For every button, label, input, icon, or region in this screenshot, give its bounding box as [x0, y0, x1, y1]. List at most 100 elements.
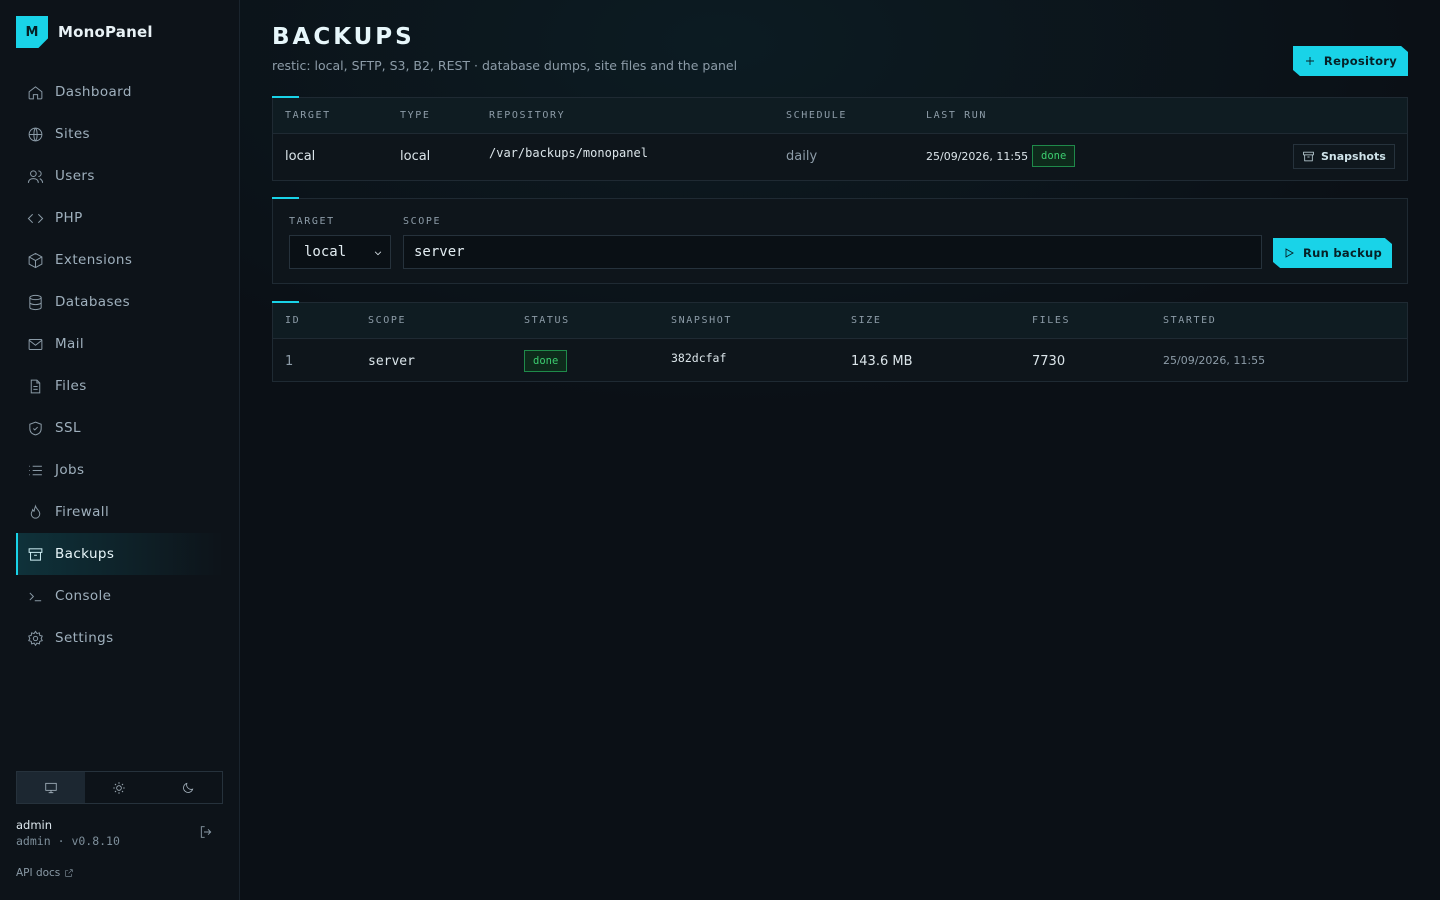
status-badge: done	[524, 350, 568, 372]
status-badge: done	[1032, 145, 1076, 167]
sidebar-item-firewall[interactable]: Firewall	[16, 491, 224, 533]
sidebar-item-databases[interactable]: Databases	[16, 281, 224, 323]
add-repository-button[interactable]: Repository	[1293, 46, 1408, 76]
sidebar-item-label: PHP	[55, 210, 83, 226]
table-row: 1 server done 382dcfaf 143.6 MB 7730 25/…	[273, 339, 1407, 381]
theme-dark-button[interactable]	[154, 772, 222, 803]
backup-size: 143.6 MB	[851, 354, 913, 369]
brand[interactable]: M MonoPanel	[16, 16, 153, 48]
sidebar: M MonoPanel Dashboard Sites Users PHP Ex…	[0, 0, 240, 900]
plus-icon	[1305, 57, 1314, 65]
shield-icon	[29, 421, 42, 435]
api-docs-label: API docs	[16, 867, 61, 879]
logout-button[interactable]	[198, 824, 214, 840]
external-link-icon	[65, 869, 73, 877]
sidebar-item-label: Files	[55, 378, 87, 394]
sun-icon	[113, 781, 126, 794]
theme-system-button[interactable]	[17, 772, 86, 803]
column-header: STATUS	[524, 315, 570, 326]
repo-last-run: 25/09/2026, 11:55 ·	[926, 150, 1036, 163]
archive-icon	[28, 547, 43, 561]
sidebar-item-dashboard[interactable]: Dashboard	[16, 71, 224, 113]
repo-path: /var/backups/monopanel	[489, 146, 648, 160]
repo-schedule: daily	[786, 149, 818, 164]
backup-started: 25/09/2026, 11:55	[1163, 354, 1266, 367]
moon-icon	[182, 782, 194, 793]
sidebar-item-ssl[interactable]: SSL	[16, 407, 224, 449]
target-select-value: local	[304, 244, 347, 260]
backup-history-table: ID SCOPE STATUS SNAPSHOT SIZE FILES STAR…	[272, 301, 1408, 382]
sidebar-item-label: Sites	[55, 126, 90, 142]
sidebar-item-label: Extensions	[55, 252, 133, 268]
column-header: SNAPSHOT	[671, 315, 732, 326]
repo-target: local	[285, 149, 316, 164]
sidebar-item-jobs[interactable]: Jobs	[16, 449, 224, 491]
sidebar-item-label: Users	[55, 168, 95, 184]
user-info: admin admin · v0.8.10	[16, 818, 224, 848]
sidebar-item-label: Jobs	[55, 462, 85, 478]
table-header: TARGET TYPE REPOSITORY SCHEDULE LAST RUN	[273, 98, 1407, 134]
scope-label: SCOPE	[403, 216, 442, 227]
backup-scope: server	[368, 354, 415, 369]
sidebar-item-label: SSL	[55, 420, 81, 436]
theme-light-button[interactable]	[85, 772, 153, 803]
sidebar-item-label: Firewall	[55, 504, 110, 520]
column-header: STARTED	[1163, 315, 1217, 326]
sidebar-item-files[interactable]: Files	[16, 365, 224, 407]
terminal-icon	[29, 592, 42, 601]
list-icon	[29, 465, 42, 475]
sidebar-item-label: Dashboard	[55, 84, 132, 100]
users-icon	[27, 169, 44, 183]
sidebar-item-label: Console	[55, 588, 112, 604]
sidebar-item-backups[interactable]: Backups	[16, 533, 224, 575]
repo-type: local	[400, 149, 431, 164]
brand-name: MonoPanel	[58, 23, 153, 41]
run-backup-form: TARGET local SCOPE Run backup	[272, 197, 1408, 284]
scope-input[interactable]	[403, 235, 1262, 269]
backup-snapshot: 382dcfaf	[671, 351, 727, 365]
sidebar-item-mail[interactable]: Mail	[16, 323, 224, 365]
column-header: SCOPE	[368, 315, 407, 326]
target-label: TARGET	[289, 216, 335, 227]
gear-icon	[28, 630, 43, 646]
sidebar-item-extensions[interactable]: Extensions	[16, 239, 224, 281]
target-select[interactable]: local	[289, 235, 391, 269]
user-meta-separator: ·	[57, 834, 65, 848]
app-version: v0.8.10	[71, 834, 120, 848]
sidebar-item-settings[interactable]: Settings	[16, 617, 224, 659]
theme-switcher	[16, 771, 223, 804]
add-repository-label: Repository	[1323, 54, 1398, 68]
run-backup-label: Run backup	[1302, 246, 1383, 260]
main-content: BACKUPS restic: local, SFTP, S3, B2, RES…	[240, 0, 1440, 900]
backup-id: 1	[285, 354, 294, 369]
repositories-table: TARGET TYPE REPOSITORY SCHEDULE LAST RUN…	[272, 96, 1408, 181]
table-header: ID SCOPE STATUS SNAPSHOT SIZE FILES STAR…	[273, 303, 1407, 339]
sidebar-item-php[interactable]: PHP	[16, 197, 224, 239]
play-icon	[1285, 248, 1294, 258]
sidebar-item-users[interactable]: Users	[16, 155, 224, 197]
code-icon	[27, 213, 44, 223]
snapshots-label: Snapshots	[1321, 150, 1386, 163]
snapshots-button[interactable]: Snapshots	[1293, 144, 1395, 169]
api-docs-link[interactable]: API docs	[16, 867, 74, 879]
column-header: FILES	[1032, 315, 1071, 326]
brand-logo: M	[16, 16, 48, 48]
column-header: ID	[285, 315, 301, 326]
user-meta: admin · v0.8.10	[16, 834, 224, 848]
sidebar-item-label: Mail	[55, 336, 85, 352]
sidebar-item-sites[interactable]: Sites	[16, 113, 224, 155]
table-row: local local /var/backups/monopanel daily…	[273, 134, 1407, 180]
flame-icon	[30, 503, 41, 519]
sidebar-item-console[interactable]: Console	[16, 575, 224, 617]
column-header: REPOSITORY	[489, 110, 566, 121]
column-header: SCHEDULE	[786, 110, 847, 121]
archive-icon	[1303, 151, 1314, 162]
backup-files: 7730	[1032, 354, 1066, 369]
file-icon	[30, 379, 41, 393]
column-header: TARGET	[285, 110, 331, 121]
user-role: admin	[16, 834, 51, 848]
page-title: BACKUPS	[272, 24, 415, 50]
sidebar-item-label: Settings	[55, 630, 114, 646]
run-backup-button[interactable]: Run backup	[1273, 238, 1392, 268]
database-icon	[29, 294, 42, 310]
